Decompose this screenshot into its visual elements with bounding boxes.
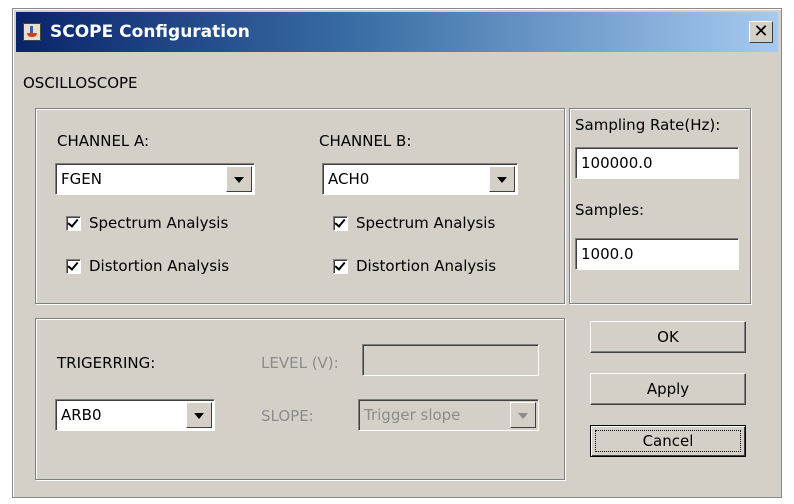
section-title: OSCILLOSCOPE <box>23 74 138 92</box>
channel-a-distortion-label: Distortion Analysis <box>89 257 230 275</box>
channel-a-select[interactable]: FGEN <box>55 163 255 195</box>
channel-b-spectrum-check[interactable]: Spectrum Analysis <box>333 214 495 232</box>
window-title: SCOPE Configuration <box>50 22 250 42</box>
java-cup-icon <box>23 23 41 41</box>
level-label: LEVEL (V): <box>261 354 339 372</box>
sampling-rate-label: Sampling Rate(Hz): <box>575 116 721 134</box>
checkmark-icon[interactable] <box>333 258 348 274</box>
checkmark-icon[interactable] <box>333 215 348 231</box>
channel-a-spectrum-check[interactable]: Spectrum Analysis <box>66 214 228 232</box>
channel-b-select[interactable]: ACH0 <box>322 163 518 195</box>
chevron-down-icon[interactable] <box>489 166 515 192</box>
checkmark-icon[interactable] <box>66 258 81 274</box>
trigger-source-select[interactable]: ARB0 <box>55 399 215 431</box>
apply-button-label: Apply <box>646 380 690 398</box>
sampling-rate-input[interactable] <box>575 147 739 179</box>
slope-select[interactable]: Trigger slope <box>358 399 539 431</box>
chevron-down-icon[interactable] <box>186 402 212 428</box>
samples-label: Samples: <box>575 201 645 219</box>
checkmark-icon[interactable] <box>66 215 81 231</box>
channel-b-value: ACH0 <box>328 170 370 188</box>
channel-b-distortion-label: Distortion Analysis <box>356 257 497 275</box>
trigger-source-value: ARB0 <box>61 406 102 424</box>
channel-a-spectrum-label: Spectrum Analysis <box>89 214 229 232</box>
scope-configuration-dialog: SCOPE Configuration ✕ OSCILLOSCOPE CHANN… <box>12 8 782 498</box>
close-button[interactable]: ✕ <box>749 21 773 43</box>
channel-b-spectrum-label: Spectrum Analysis <box>356 214 496 232</box>
ok-button-label: OK <box>657 328 679 346</box>
close-icon: ✕ <box>753 21 769 42</box>
samples-input[interactable] <box>575 238 739 270</box>
ok-button[interactable]: OK <box>590 321 746 353</box>
channel-b-distortion-check[interactable]: Distortion Analysis <box>333 257 496 275</box>
channel-a-distortion-check[interactable]: Distortion Analysis <box>66 257 229 275</box>
apply-button[interactable]: Apply <box>590 373 746 405</box>
cancel-button[interactable]: Cancel <box>590 425 746 457</box>
trigger-label: TRIGERRING: <box>57 354 156 372</box>
channel-b-label: CHANNEL B: <box>319 132 412 150</box>
title-bar[interactable]: SCOPE Configuration ✕ <box>16 12 778 52</box>
level-input[interactable] <box>362 344 539 376</box>
chevron-down-icon[interactable] <box>226 166 252 192</box>
channel-a-value: FGEN <box>61 170 102 188</box>
focus-rectangle <box>595 430 741 452</box>
channel-a-label: CHANNEL A: <box>57 132 150 150</box>
slope-placeholder: Trigger slope <box>364 406 461 424</box>
chevron-down-icon[interactable] <box>510 402 536 428</box>
slope-label: SLOPE: <box>261 407 314 425</box>
